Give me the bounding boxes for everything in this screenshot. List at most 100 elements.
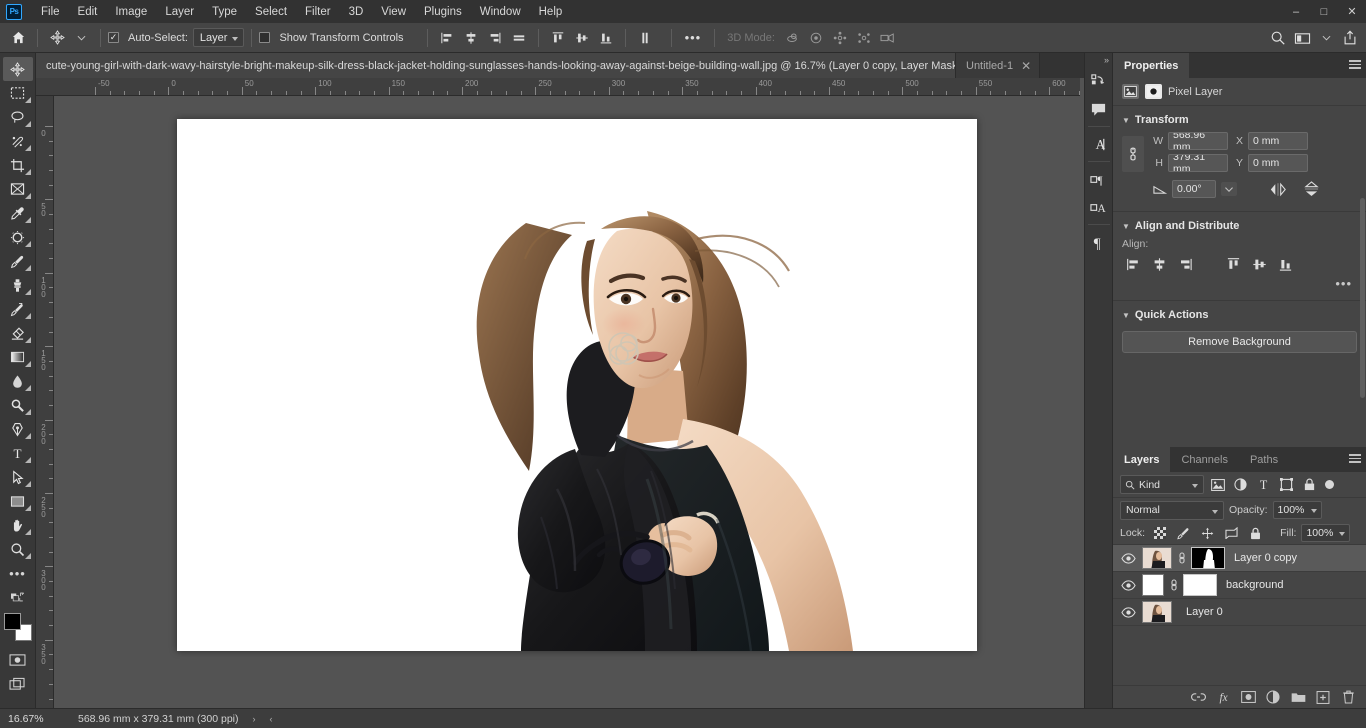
layer-row[interactable]: background bbox=[1113, 572, 1366, 599]
link-layers-icon[interactable] bbox=[1190, 689, 1206, 705]
horizontal-type-tool[interactable]: T bbox=[3, 441, 33, 465]
spot-healing-brush-tool[interactable] bbox=[3, 225, 33, 249]
flip-horizontal-icon[interactable] bbox=[1269, 182, 1287, 197]
blend-mode-dropdown[interactable]: Normal bbox=[1120, 500, 1224, 520]
quick-mask-mode-button[interactable] bbox=[3, 648, 33, 672]
layer-row[interactable]: Layer 0 bbox=[1113, 599, 1366, 626]
more-options-button[interactable]: ••• bbox=[679, 30, 708, 45]
height-input[interactable]: 379.31 mm bbox=[1168, 154, 1228, 172]
layer-mask-thumbnail[interactable] bbox=[1183, 574, 1217, 596]
link-icon[interactable] bbox=[1122, 136, 1144, 172]
foreground-color-swatch[interactable] bbox=[3, 613, 21, 630]
chevron-down-icon[interactable]: ▼ bbox=[1122, 222, 1130, 231]
chevron-down-icon[interactable]: ▼ bbox=[1122, 116, 1130, 125]
align-bottom-edges-icon[interactable] bbox=[594, 27, 618, 49]
flip-vertical-icon[interactable] bbox=[1303, 181, 1320, 197]
document-tab-untitled[interactable]: Untitled-1 ✕ bbox=[956, 53, 1041, 78]
zoom-level-field[interactable]: 16.67% bbox=[0, 713, 56, 725]
comments-icon[interactable] bbox=[1086, 95, 1112, 123]
layer-style-fx-icon[interactable]: fx bbox=[1215, 689, 1231, 705]
gradient-tool[interactable] bbox=[3, 345, 33, 369]
chevron-down-icon[interactable]: ▼ bbox=[1122, 311, 1130, 320]
layer-visibility-icon[interactable] bbox=[1119, 606, 1137, 618]
canvas-area[interactable] bbox=[54, 96, 1080, 708]
new-adjustment-layer-icon[interactable] bbox=[1265, 689, 1281, 705]
layer-name[interactable]: Layer 0 bbox=[1186, 606, 1223, 618]
mask-link-icon[interactable] bbox=[1177, 551, 1186, 565]
layer-name[interactable]: Layer 0 copy bbox=[1234, 552, 1297, 564]
layer-visibility-icon[interactable] bbox=[1119, 579, 1137, 591]
menu-view[interactable]: View bbox=[372, 1, 415, 23]
menu-help[interactable]: Help bbox=[530, 1, 572, 23]
dodge-tool[interactable] bbox=[3, 393, 33, 417]
auto-select-group[interactable]: ✓ Auto-Select: bbox=[108, 32, 193, 44]
menu-image[interactable]: Image bbox=[106, 1, 156, 23]
shape-filter-icon[interactable] bbox=[1277, 475, 1296, 494]
align-distribute-header[interactable]: ▼ Align and Distribute bbox=[1113, 218, 1366, 238]
eraser-tool[interactable] bbox=[3, 321, 33, 345]
align-right-edges-icon[interactable] bbox=[483, 27, 507, 49]
default-colors-icon[interactable] bbox=[3, 585, 33, 609]
delete-layer-icon[interactable] bbox=[1340, 689, 1356, 705]
history-icon[interactable] bbox=[1086, 67, 1112, 95]
tab-properties[interactable]: Properties bbox=[1113, 53, 1190, 78]
lock-artboard-icon[interactable] bbox=[1222, 524, 1241, 543]
pixel-filter-icon[interactable] bbox=[1208, 475, 1227, 494]
history-brush-tool[interactable] bbox=[3, 297, 33, 321]
panel-menu-icon[interactable] bbox=[1349, 60, 1361, 69]
y-input[interactable]: 0 mm bbox=[1248, 154, 1308, 172]
object-selection-tool[interactable] bbox=[3, 129, 33, 153]
filter-kind-dropdown[interactable]: Kind bbox=[1120, 475, 1204, 494]
edit-toolbar-button[interactable]: ••• bbox=[3, 561, 33, 585]
paragraph-styles-icon[interactable]: ¶ bbox=[1086, 165, 1112, 193]
menu-filter[interactable]: Filter bbox=[296, 1, 340, 23]
menu-type[interactable]: Type bbox=[203, 1, 246, 23]
tool-preset-chevron-icon[interactable] bbox=[69, 27, 93, 49]
chevron-down-icon[interactable] bbox=[1314, 27, 1338, 49]
new-layer-icon[interactable] bbox=[1315, 689, 1331, 705]
add-layer-mask-icon[interactable] bbox=[1240, 689, 1256, 705]
type-filter-icon[interactable]: T bbox=[1254, 475, 1273, 494]
zoom-tool[interactable] bbox=[3, 537, 33, 561]
transform-section-header[interactable]: ▼ Transform bbox=[1113, 112, 1366, 132]
document-canvas[interactable] bbox=[177, 119, 977, 651]
character-icon[interactable]: A bbox=[1086, 130, 1112, 158]
mask-link-icon[interactable] bbox=[1169, 578, 1178, 592]
lock-all-icon[interactable] bbox=[1246, 524, 1265, 543]
lock-image-pixels-icon[interactable] bbox=[1174, 524, 1193, 543]
angle-dropdown-icon[interactable] bbox=[1221, 182, 1237, 196]
opacity-input[interactable]: 100% bbox=[1272, 501, 1322, 519]
layer-thumbnail[interactable] bbox=[1142, 547, 1172, 569]
hand-tool[interactable] bbox=[3, 513, 33, 537]
remove-background-button[interactable]: Remove Background bbox=[1122, 331, 1357, 353]
blur-tool[interactable] bbox=[3, 369, 33, 393]
tab-paths[interactable]: Paths bbox=[1238, 447, 1290, 472]
align-left-edges-icon[interactable] bbox=[435, 27, 459, 49]
layer-thumbnail[interactable] bbox=[1142, 601, 1172, 623]
align-top-edges-icon[interactable] bbox=[1222, 254, 1244, 274]
layer-name[interactable]: background bbox=[1226, 579, 1284, 591]
layer-mask-thumbnail[interactable] bbox=[1191, 547, 1225, 569]
screen-mode-button[interactable] bbox=[3, 672, 33, 696]
character-styles-icon[interactable]: A bbox=[1086, 193, 1112, 221]
color-swatches[interactable] bbox=[3, 612, 33, 642]
smart-object-filter-icon[interactable] bbox=[1300, 475, 1319, 494]
brush-tool[interactable] bbox=[3, 249, 33, 273]
home-icon[interactable] bbox=[6, 27, 30, 49]
align-right-edges-icon[interactable] bbox=[1174, 254, 1196, 274]
layer-row[interactable]: Layer 0 copy bbox=[1113, 545, 1366, 572]
adjustment-filter-icon[interactable] bbox=[1231, 475, 1250, 494]
layer-thumbnail[interactable] bbox=[1142, 574, 1164, 596]
maximize-button[interactable]: □ bbox=[1310, 0, 1338, 23]
share-icon[interactable] bbox=[1338, 27, 1362, 49]
menu-edit[interactable]: Edit bbox=[69, 1, 107, 23]
search-icon[interactable] bbox=[1266, 27, 1290, 49]
fill-input[interactable]: 100% bbox=[1301, 524, 1351, 542]
show-transform-group[interactable]: Show Transform Controls bbox=[259, 32, 408, 44]
properties-scrollbar[interactable] bbox=[1360, 198, 1365, 398]
distribute-vertical-icon[interactable] bbox=[633, 27, 657, 49]
filter-toggle-icon[interactable] bbox=[1325, 480, 1334, 489]
clone-stamp-tool[interactable] bbox=[3, 273, 33, 297]
path-selection-tool[interactable] bbox=[3, 465, 33, 489]
document-tab-active[interactable]: cute-young-girl-with-dark-wavy-hairstyle… bbox=[36, 53, 956, 78]
